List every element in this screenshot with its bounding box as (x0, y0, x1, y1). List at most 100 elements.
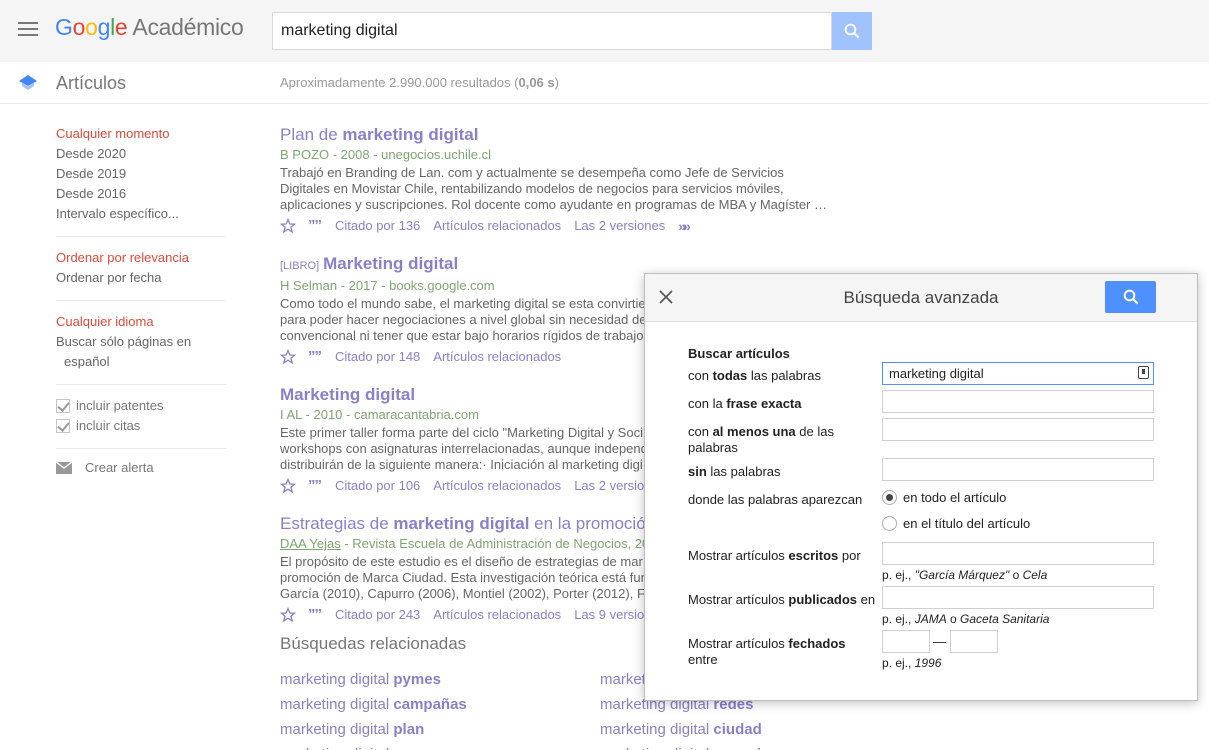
search-button[interactable] (832, 12, 872, 50)
lang-spanish[interactable]: Buscar sólo páginas en español (56, 332, 226, 372)
time-filter: Cualquier momento Desde 2020 Desde 2019 … (56, 124, 226, 237)
filter-custom-range[interactable]: Intervalo específico... (56, 204, 226, 224)
filter-since-2020[interactable]: Desde 2020 (56, 144, 226, 164)
cited-by-link[interactable]: Citado por 243 (335, 607, 420, 622)
articles-icon (19, 75, 37, 90)
include-citations[interactable]: incluir citas (56, 416, 226, 436)
logo[interactable]: Google Académico (55, 14, 244, 41)
exact-phrase-input[interactable] (882, 390, 1154, 413)
advanced-search-dialog: Búsqueda avanzada Buscar artículos con t… (644, 273, 1198, 701)
create-alert[interactable]: Crear alerta (56, 460, 226, 475)
search-input[interactable] (272, 12, 832, 50)
result-meta: B POZO - 2008 - unegocios.uchile.cl (280, 147, 491, 162)
sort-filter: Ordenar por relevancia Ordenar por fecha (56, 248, 226, 301)
checkbox-icon (56, 399, 70, 413)
star-icon[interactable] (280, 217, 296, 234)
subheader: Artículos Aproximadamente 2.990.000 resu… (0, 62, 1209, 104)
date-to-input[interactable] (950, 630, 998, 653)
cite-icon[interactable]: ”” (308, 477, 322, 494)
related-search-link[interactable]: marketing digital agencia (600, 742, 900, 750)
advanced-search-button[interactable] (1105, 281, 1156, 313)
exact-phrase-label: con la frase exacta (688, 396, 802, 411)
star-icon[interactable] (280, 606, 296, 623)
related-search-link[interactable]: marketing digital pymes (280, 667, 580, 692)
versions-link[interactable]: Las 9 versio (574, 607, 644, 622)
radio-icon (882, 516, 897, 531)
versions-link[interactable]: Las 2 versio (574, 478, 644, 493)
related-search-link[interactable]: marketing digital empresa (280, 742, 580, 750)
include-filter: incluir patentes incluir citas (56, 396, 226, 449)
related-left-column: marketing digital pymes marketing digital… (280, 667, 580, 750)
published-label: Mostrar artículos publicados en (688, 592, 876, 607)
related-articles-link[interactable]: Artículos relacionados (433, 478, 561, 493)
without-words-label: sin las palabras (688, 464, 781, 479)
at-least-one-input[interactable] (882, 418, 1154, 441)
published-hint: p. ej., JAMA o Gaceta Sanitaria (882, 612, 1050, 626)
language-filter: Cualquier idioma Buscar sólo páginas en e… (56, 312, 226, 385)
include-patents[interactable]: incluir patentes (56, 396, 226, 416)
related-search-link[interactable]: marketing digital campañas (280, 692, 580, 717)
filter-any-time[interactable]: Cualquier momento (56, 124, 226, 144)
filter-since-2016[interactable]: Desde 2016 (56, 184, 226, 204)
cite-icon[interactable]: ”” (308, 606, 322, 623)
related-articles-link[interactable]: Artículos relacionados (433, 349, 561, 364)
keyboard-icon[interactable] (1138, 366, 1149, 379)
all-words-label: con todas las palabras (688, 368, 821, 383)
result-title[interactable]: Plan de marketing digital (280, 124, 840, 146)
header: Google Académico (0, 0, 1209, 62)
at-least-one-label: con al menos una de las palabras (688, 424, 834, 455)
result-item: Plan de marketing digital B POZO - 2008 … (280, 124, 840, 234)
all-words-input[interactable] (882, 362, 1154, 385)
sort-date[interactable]: Ordenar por fecha (56, 268, 226, 288)
related-search-link[interactable]: marketing digital ciudad (600, 717, 900, 742)
lang-any[interactable]: Cualquier idioma (56, 312, 226, 332)
result-author: B POZO (280, 147, 330, 162)
result-author: I AL (280, 407, 302, 422)
related-search-link[interactable]: marketing digital plan (280, 717, 580, 742)
where-words-label: donde las palabras aparezcan (688, 492, 863, 507)
results-count: Aproximadamente 2.990.000 resultados (0,… (280, 75, 559, 90)
search-icon (1123, 289, 1139, 305)
result-author: H Selman (280, 278, 338, 293)
radio-whole-article[interactable]: en todo el artículo (882, 490, 1006, 505)
radio-icon (882, 490, 897, 505)
related-articles-link[interactable]: Artículos relacionados (433, 218, 561, 233)
checkbox-icon (56, 419, 70, 433)
dated-label: Mostrar artículos fechados entre (688, 636, 846, 667)
snippet-line: Trabajó en Branding de Lan. com y actual… (280, 165, 784, 180)
cite-icon[interactable]: ”” (308, 348, 322, 365)
mail-icon (56, 461, 72, 474)
star-icon[interactable] (280, 477, 296, 494)
logo-product: Académico (132, 14, 244, 40)
cited-by-link[interactable]: Citado por 148 (335, 349, 420, 364)
without-words-input[interactable] (882, 458, 1154, 481)
more-icon[interactable]: »» (678, 218, 690, 234)
sort-relevance[interactable]: Ordenar por relevancia (56, 248, 226, 268)
cited-by-link[interactable]: Citado por 136 (335, 218, 420, 233)
sidebar: Cualquier momento Desde 2020 Desde 2019 … (56, 124, 226, 475)
versions-link[interactable]: Las 2 versiones (574, 218, 665, 233)
result-actions: ”” Citado por 136 Artículos relacionados… (280, 217, 840, 234)
published-input[interactable] (882, 586, 1154, 609)
menu-icon[interactable] (18, 22, 38, 36)
authors-label: Mostrar artículos escritos por (688, 548, 861, 563)
authors-input[interactable] (882, 542, 1154, 565)
dialog-body: Buscar artículos con todas las palabras … (688, 346, 1158, 670)
result-type-tag: [LIBRO] (280, 260, 320, 272)
date-from-input[interactable] (882, 630, 930, 653)
date-dash: — (933, 634, 946, 649)
star-icon[interactable] (280, 348, 296, 365)
related-searches-title: Búsquedas relacionadas (280, 634, 467, 653)
filter-since-2019[interactable]: Desde 2019 (56, 164, 226, 184)
section-title: Artículos (56, 73, 127, 93)
snippet-line: Digitales en Movistar Chile, rentabiliza… (280, 181, 784, 196)
cite-icon[interactable]: ”” (308, 217, 322, 234)
search-icon (844, 23, 860, 39)
result-snippet: Trabajó en Branding de Lan. com y actual… (280, 165, 840, 213)
radio-title-only[interactable]: en el título del artículo (882, 516, 1030, 531)
section-title: Buscar artículos (688, 346, 790, 361)
cited-by-link[interactable]: Citado por 106 (335, 478, 420, 493)
result-author[interactable]: DAA Yejas (280, 536, 341, 551)
related-articles-link[interactable]: Artículos relacionados (433, 607, 561, 622)
snippet-line: aplicaciones y suscripciones. Rol docent… (280, 197, 827, 212)
